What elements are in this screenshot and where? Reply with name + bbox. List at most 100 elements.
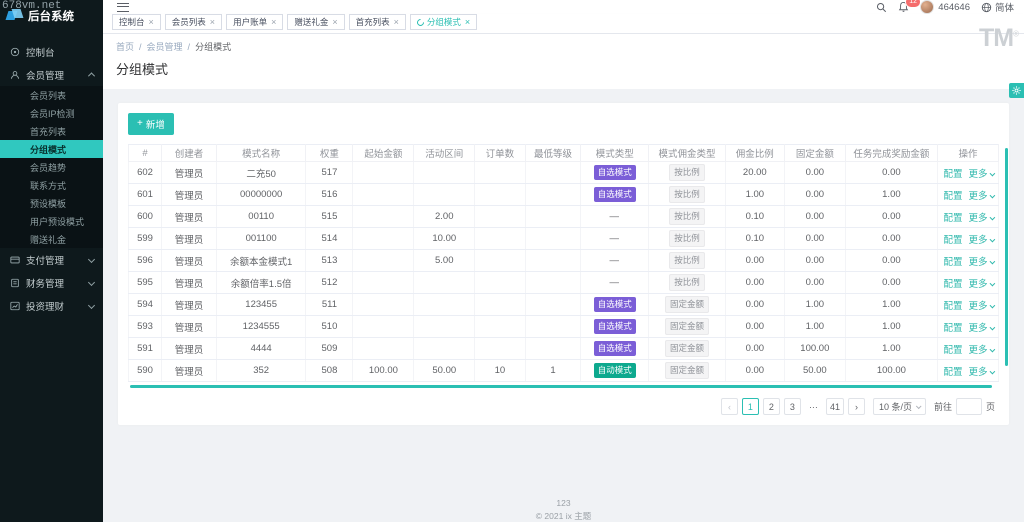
row-id: 593	[127, 315, 163, 338]
sidebar-item-用户预设模式[interactable]: 用户预设模式	[0, 212, 103, 230]
chevron-down-icon	[989, 192, 995, 198]
vertical-scrollbar[interactable]	[1005, 148, 1008, 366]
sidebar-item-支付管理[interactable]: 支付管理	[0, 248, 103, 271]
more-link[interactable]: 更多	[969, 257, 995, 268]
goto-page-input[interactable]	[955, 398, 982, 415]
tab-会员列表[interactable]: 会员列表 ×	[164, 14, 223, 30]
config-link[interactable]: 配置	[943, 191, 962, 202]
column-header: 权重	[305, 144, 354, 162]
page-button-3[interactable]: 3	[783, 398, 801, 415]
config-link[interactable]: 配置	[943, 367, 962, 378]
orders-cell	[474, 161, 526, 184]
notifications-bell-icon[interactable]: 12	[898, 0, 922, 13]
min-level-cell	[524, 293, 582, 316]
more-link[interactable]: 更多	[969, 345, 995, 356]
config-link[interactable]: 配置	[943, 279, 962, 290]
more-link[interactable]: 更多	[969, 213, 995, 224]
sidebar-item-赠送礼金[interactable]: 赠送礼金	[0, 230, 103, 248]
more-link[interactable]: 更多	[969, 169, 995, 180]
sidebar-item-会员列表[interactable]: 会员列表	[0, 86, 103, 104]
config-link[interactable]: 配置	[943, 169, 962, 180]
search-icon[interactable]	[876, 2, 887, 13]
row-id: 602	[127, 161, 163, 184]
sidebar-item-投资理财[interactable]: 投资理财	[0, 294, 103, 317]
settings-gear-button[interactable]	[1009, 83, 1024, 98]
page-button-41[interactable]: 41	[825, 398, 844, 415]
sidebar-item-控制台[interactable]: 控制台	[0, 40, 103, 63]
horizontal-scrollbar[interactable]	[130, 385, 993, 388]
mode-type-cell: 自选模式	[580, 293, 650, 316]
more-link[interactable]: 更多	[969, 235, 995, 246]
reward-amount-cell: 0.00	[844, 227, 939, 250]
chevron-down-icon	[989, 258, 995, 264]
sidebar-item-预设模板[interactable]: 预设模板	[0, 194, 103, 212]
config-link[interactable]: 配置	[943, 345, 962, 356]
tab-close-icon[interactable]: ×	[465, 17, 470, 27]
page-title-row: 分组模式	[103, 55, 1024, 89]
sidebar-item-联系方式[interactable]: 联系方式	[0, 176, 103, 194]
sidebar-item-会员趋势[interactable]: 会员趋势	[0, 158, 103, 176]
add-button[interactable]: + 新增	[128, 113, 174, 135]
finance-icon	[9, 277, 20, 288]
more-link[interactable]: 更多	[969, 279, 995, 290]
sidebar-item-label: 投资理财	[26, 301, 65, 313]
tab-赠送礼金[interactable]: 赠送礼金 ×	[287, 14, 345, 30]
dashboard-icon	[9, 46, 20, 57]
sidebar-item-财务管理[interactable]: 财务管理	[0, 271, 103, 294]
sidebar-collapse-icon[interactable]	[117, 2, 129, 12]
weight-cell: 508	[305, 359, 354, 382]
start-amount-cell	[352, 161, 415, 184]
tab-控制台[interactable]: 控制台 ×	[112, 14, 161, 30]
prev-page-button[interactable]: ‹	[720, 398, 738, 415]
tab-label: 控制台	[119, 17, 145, 27]
sidebar-item-分组模式[interactable]: 分组模式	[0, 140, 103, 158]
more-link[interactable]: 更多	[969, 367, 995, 378]
weight-cell: 510	[305, 315, 354, 338]
chevron-down-icon	[989, 346, 995, 352]
config-link[interactable]: 配置	[943, 301, 962, 312]
column-header: 固定金额	[783, 144, 846, 162]
config-link[interactable]: 配置	[943, 235, 962, 246]
page-button-1[interactable]: 1	[741, 398, 759, 415]
min-level-cell	[524, 249, 582, 272]
tab-首充列表[interactable]: 首充列表 ×	[348, 14, 406, 30]
more-link[interactable]: 更多	[969, 301, 995, 312]
row-id: 601	[127, 183, 163, 206]
more-link[interactable]: 更多	[969, 191, 995, 202]
sidebar-item-首充列表[interactable]: 首充列表	[0, 122, 103, 140]
actions-cell: 配置 更多	[937, 359, 999, 382]
breadcrumb-item[interactable]: 首页	[116, 40, 134, 53]
mode-type-empty: —	[609, 277, 620, 288]
ratio-cell: 0.00	[724, 337, 785, 360]
reward-amount-cell: 0.00	[844, 205, 939, 228]
refresh-icon[interactable]	[415, 17, 426, 27]
per-page-select[interactable]: 10 条/页	[872, 398, 926, 415]
table-row: 595 管理员 余额倍率1.5倍 512— 按比例 0.00 0.00 0.00 配置 更多	[127, 271, 999, 294]
sidebar-item-会员IP检测[interactable]: 会员IP检测	[0, 104, 103, 122]
tab-close-icon[interactable]: ×	[210, 17, 215, 27]
orders-cell	[474, 293, 526, 316]
config-link[interactable]: 配置	[943, 323, 962, 334]
creator-cell: 管理员	[161, 227, 217, 250]
next-page-button[interactable]: ›	[847, 398, 865, 415]
range-cell: 2.00	[413, 205, 476, 228]
config-link[interactable]: 配置	[943, 213, 962, 224]
page-button-2[interactable]: 2	[762, 398, 780, 415]
more-link[interactable]: 更多	[969, 323, 995, 334]
mode-type-badge: 自选模式	[593, 165, 636, 180]
language-switcher[interactable]: 简体	[981, 0, 1014, 14]
mode-type-cell: —	[580, 205, 650, 228]
breadcrumb-item[interactable]: 会员管理	[147, 40, 183, 53]
user-menu[interactable]: 464646	[920, 0, 970, 14]
tab-close-icon[interactable]: ×	[332, 17, 337, 27]
tab-close-icon[interactable]: ×	[394, 17, 399, 27]
config-link[interactable]: 配置	[943, 257, 962, 268]
tab-分组模式[interactable]: 分组模式 ×	[409, 14, 478, 30]
tab-close-icon[interactable]: ×	[271, 17, 276, 27]
sidebar-item-会员管理[interactable]: 会员管理	[0, 63, 103, 86]
table-header-row: # 创建者 模式名称 权重 起始金额 活动区间 订单数 最低等级 模式类型 模式佣金类型 佣金比例固…	[127, 144, 999, 162]
breadcrumb-item: 分组模式	[195, 42, 232, 52]
tab-用户账单[interactable]: 用户账单 ×	[226, 14, 284, 30]
tab-label: 用户账单	[233, 17, 268, 27]
tab-close-icon[interactable]: ×	[149, 17, 154, 27]
